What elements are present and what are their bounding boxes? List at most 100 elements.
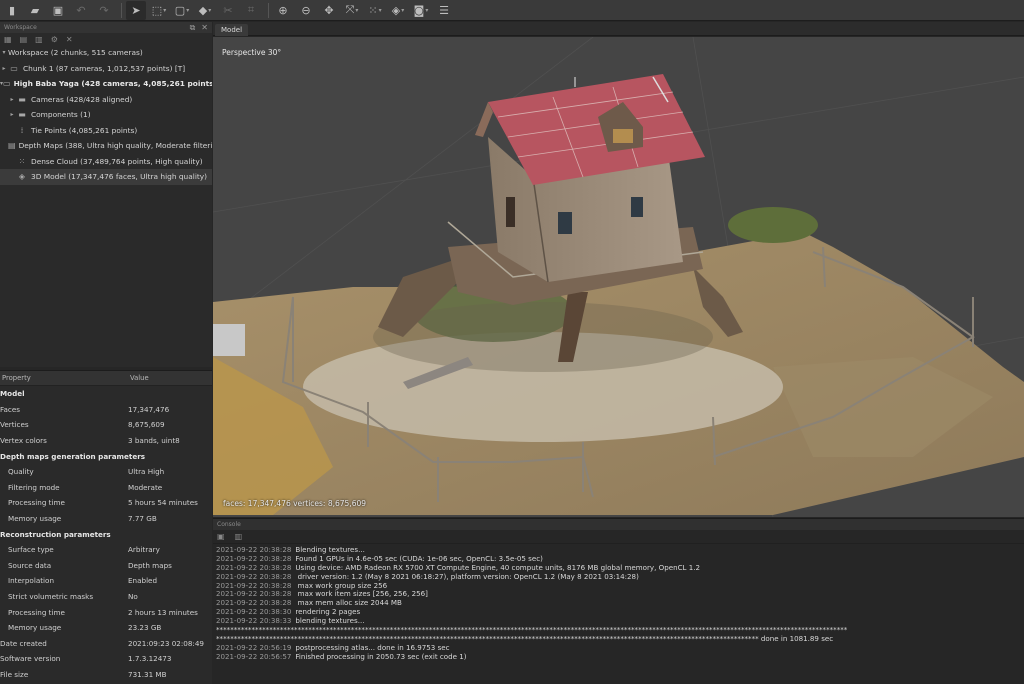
layers-icon[interactable]: ☰: [434, 1, 454, 20]
toolbar-separator: [268, 2, 269, 18]
console-timestamp: 2021-09-22 20:38:28: [216, 545, 292, 554]
tree-item-cameras[interactable]: ▸ ▬ Cameras (428/428 aligned): [0, 92, 212, 108]
tab-model[interactable]: Model: [215, 24, 249, 36]
property-key: Software version: [0, 654, 61, 664]
property-row[interactable]: Quality Ultra High: [0, 464, 212, 480]
property-section-header[interactable]: Depth maps generation parameters: [0, 448, 212, 464]
property-value: 3 bands, uint8: [128, 436, 180, 446]
workspace-panel-title: Workspace: [4, 24, 37, 31]
property-row[interactable]: Processing time 2 hours 13 minutes: [0, 604, 212, 620]
tree-item-chunk-1[interactable]: ▸ ▭ Chunk 1 (87 cameras, 1,012,537 point…: [0, 61, 212, 77]
collapse-arrow-icon[interactable]: ▸: [0, 65, 8, 72]
property-row[interactable]: Vertex colors 3 bands, uint8: [0, 433, 212, 449]
console-message: rendering 2 pages: [295, 607, 361, 617]
add-photos-icon[interactable]: ▤: [20, 35, 28, 44]
property-row[interactable]: Surface type Arbitrary: [0, 542, 212, 558]
collapse-arrow-icon[interactable]: ▸: [8, 111, 16, 118]
console-message: Finished processing in 2050.73 sec (exit…: [295, 651, 467, 661]
property-key: Faces: [0, 404, 20, 414]
close-panel-icon[interactable]: ✕: [201, 23, 208, 33]
move-object-icon[interactable]: ✥: [319, 1, 339, 20]
clear-log-icon[interactable]: ▥: [235, 532, 243, 541]
console-message: driver version: 1.2 (May 8 2021 06:18:27…: [295, 571, 639, 581]
workspace-panel-header: Workspace ⧉ ✕: [0, 22, 212, 33]
console-message: Blending textures...: [295, 545, 365, 554]
redo-icon[interactable]: ↷: [94, 1, 114, 20]
property-row[interactable]: Memory usage 23.23 GB: [0, 620, 212, 636]
tree-item-workspace[interactable]: ▾ Workspace (2 chunks, 515 cameras): [0, 45, 212, 61]
property-row[interactable]: Date created 2021:09:23 02:08:49: [0, 636, 212, 652]
tree-item-components[interactable]: ▸ ▬ Components (1): [0, 107, 212, 123]
hut-window: [558, 212, 572, 234]
tree-item-label: Dense Cloud (37,489,764 points, High qua…: [31, 156, 203, 166]
add-chunk-icon[interactable]: ▦: [4, 35, 12, 44]
tree-item-depth-maps[interactable]: ▤ Depth Maps (388, Ultra high quality, M…: [0, 138, 212, 154]
property-row[interactable]: Source data Depth maps: [0, 558, 212, 574]
model-viewport[interactable]: Perspective 30° faces: 17,347,476 vertic…: [213, 37, 1024, 517]
property-value: 731.31 MB: [128, 669, 167, 679]
console-tools: ▣ ▥: [213, 530, 1024, 544]
expand-arrow-icon[interactable]: ▾: [0, 49, 8, 56]
property-row[interactable]: Vertices 8,675,609: [0, 417, 212, 433]
property-key: Surface type: [8, 545, 54, 555]
crop-icon[interactable]: ⌗: [241, 1, 261, 20]
tree-item-dense-cloud[interactable]: ⁙ Dense Cloud (37,489,764 points, High q…: [0, 154, 212, 170]
property-key: Vertices: [0, 420, 29, 430]
zoom-out-icon[interactable]: ⊖: [296, 1, 316, 20]
camera-icon[interactable]: ◙ ▾: [411, 1, 431, 20]
collapse-arrow-icon[interactable]: ▸: [8, 96, 16, 103]
save-icon[interactable]: ▣: [48, 1, 68, 20]
settings-icon[interactable]: ⚙: [51, 35, 58, 44]
property-section-header[interactable]: Reconstruction parameters: [0, 526, 212, 542]
property-row[interactable]: Faces 17,347,476: [0, 402, 212, 418]
remove-item-icon[interactable]: ✕: [66, 35, 73, 44]
tree-item-label: 3D Model (17,347,476 faces, Ultra high q…: [31, 172, 208, 182]
property-row[interactable]: Memory usage 7.77 GB: [0, 511, 212, 527]
zoom-in-icon[interactable]: ⊕: [273, 1, 293, 20]
property-row[interactable]: Interpolation Enabled: [0, 573, 212, 589]
property-key: Filtering mode: [8, 482, 60, 492]
main-toolbar: ▮ ▰ ▣ ↶ ↷ ➤ ⬚ ▾ ▢ ▾ ◆ ▾ ✂ ⌗ ⊕ ⊖ ✥ ⤧ ▾ ⁙ ▾ ◈ ▾ …: [0, 0, 1024, 21]
console-timestamp: 2021-09-22 20:38:28: [216, 589, 292, 599]
property-row[interactable]: Strict volumetric masks No: [0, 589, 212, 605]
property-row[interactable]: File size 731.31 MB: [0, 667, 212, 683]
tree-item-3d-model[interactable]: ◈ 3D Model (17,347,476 faces, Ultra high…: [0, 169, 212, 185]
undo-icon[interactable]: ↶: [71, 1, 91, 20]
tree-item-active-chunk[interactable]: ▾ ▭ High Baba Yaga (428 cameras, 4,085,2…: [0, 76, 212, 92]
tree-item-label: Tie Points (4,085,261 points): [31, 125, 138, 135]
navigation-icon[interactable]: ⤧ ▾: [342, 1, 362, 20]
grid-icon[interactable]: ⁙ ▾: [365, 1, 385, 20]
property-column-header[interactable]: Property: [0, 374, 130, 382]
add-marker-icon[interactable]: ▥: [35, 35, 43, 44]
save-log-icon[interactable]: ▣: [217, 532, 225, 541]
model-stats-overlay: faces: 17,347,476 vertices: 8,675,609: [223, 499, 367, 508]
console-timestamp: 2021-09-22 20:56:57: [216, 651, 292, 661]
property-key: Model: [0, 389, 25, 399]
rectangle-select-icon[interactable]: ⬚ ▾: [149, 1, 169, 20]
console-log: 2021-09-22 20:38:28 Blending textures... 2…: [213, 544, 1024, 662]
pointer-icon[interactable]: ➤: [126, 0, 146, 20]
tree-item-label: Workspace (2 chunks, 515 cameras): [8, 48, 143, 58]
new-file-icon[interactable]: ▮: [2, 1, 22, 20]
property-section-header[interactable]: Model: [0, 386, 212, 402]
tree-item-label: Chunk 1 (87 cameras, 1,012,537 points) […: [23, 63, 186, 73]
property-key: Source data: [8, 560, 52, 570]
bush: [728, 207, 818, 243]
workspace-panel: Workspace ⧉ ✕ ▦ ▤ ▥ ⚙ ✕ ▾ Workspace (2 c…: [0, 22, 212, 367]
console-timestamp: 2021-09-22 20:56:19: [216, 642, 292, 652]
console-header: Console: [213, 519, 1024, 530]
property-row[interactable]: Processing time 5 hours 54 minutes: [0, 495, 212, 511]
property-row[interactable]: Filtering mode Moderate: [0, 480, 212, 496]
dense-cloud-icon: ⁙: [18, 156, 26, 166]
float-panel-icon[interactable]: ⧉: [190, 23, 196, 33]
property-row[interactable]: Software version 1.7.3.12473: [0, 651, 212, 667]
open-folder-icon[interactable]: ▰: [25, 1, 45, 20]
tree-item-tie-points[interactable]: ⁞ Tie Points (4,085,261 points): [0, 123, 212, 139]
cut-icon[interactable]: ✂: [218, 1, 238, 20]
value-column-header[interactable]: Value: [130, 374, 149, 382]
shading-icon[interactable]: ◈ ▾: [388, 1, 408, 20]
resize-region-icon[interactable]: ▢ ▾: [172, 1, 192, 20]
property-value: Enabled: [128, 576, 158, 586]
paint-select-icon[interactable]: ◆ ▾: [195, 1, 215, 20]
property-key: File size: [0, 669, 29, 679]
